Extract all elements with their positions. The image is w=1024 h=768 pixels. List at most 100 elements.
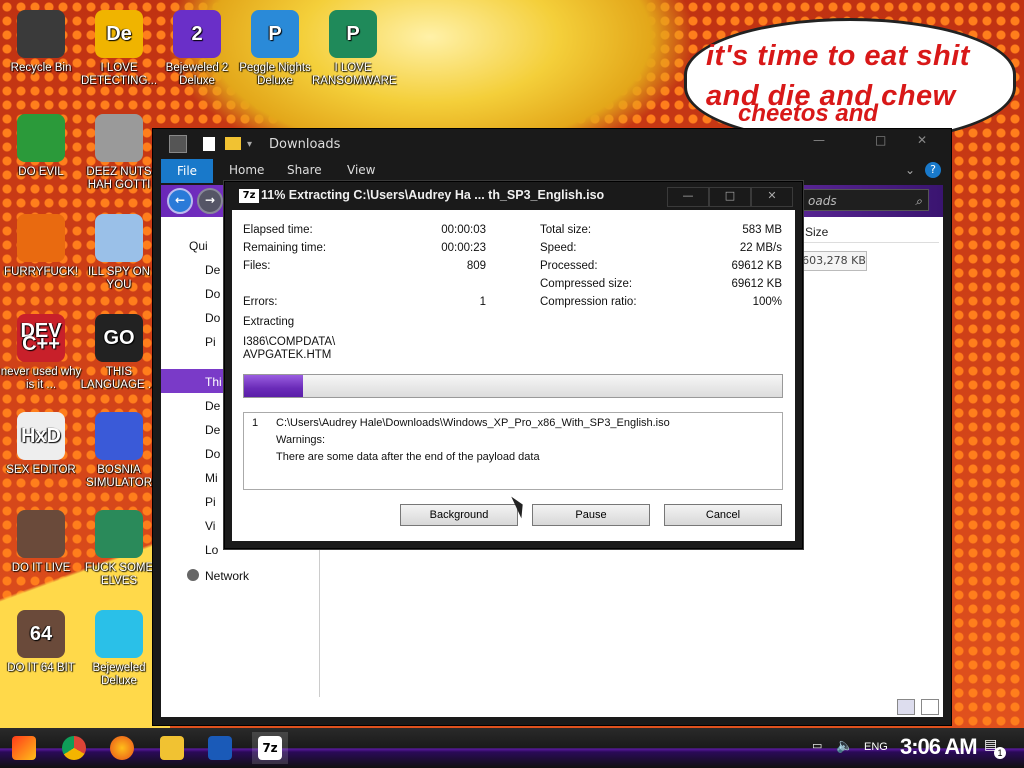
desktop-icon-label: FUCK SOME ELVES (84, 562, 154, 587)
desktop-icon-label: DO IT LIVE (11, 562, 71, 574)
nav-item[interactable]: Pi (205, 495, 216, 509)
desktop-icon[interactable]: FURRYFUCK! (0, 214, 82, 279)
taskbar-clock[interactable]: 3:06 AM (900, 734, 978, 760)
maximize-button[interactable]: □ (875, 133, 886, 147)
folder-icon (160, 736, 184, 760)
taskbar-chrome[interactable] (56, 732, 92, 764)
close-button[interactable]: ✕ (917, 133, 927, 147)
nav-item[interactable]: De (205, 399, 220, 413)
large-icons-view-icon[interactable] (921, 699, 939, 715)
desktop-icon-label: DEEZ NUTS HAH GOTTI (86, 166, 152, 191)
search-box[interactable]: oads ⌕ (801, 189, 929, 211)
speed-label: Speed: (540, 242, 577, 254)
network-spy-icon (95, 214, 143, 262)
ribbon-expand-icon[interactable]: ⌄ (905, 163, 915, 177)
nav-item-this-pc[interactable]: Thi (205, 375, 222, 389)
message-log[interactable]: 1 C:\Users\Audrey Hale\Downloads\Windows… (243, 412, 783, 490)
tab-file[interactable]: File (161, 159, 213, 183)
nav-item[interactable]: Mi (205, 471, 218, 485)
details-view-icon[interactable] (897, 699, 915, 715)
nav-item[interactable]: Pi (205, 335, 216, 349)
dialog-minimize-button[interactable]: — (667, 187, 709, 207)
sevenzip-logo-icon: 7z (239, 189, 259, 203)
notification-count-badge: 1 (994, 747, 1006, 759)
new-folder-icon[interactable] (225, 137, 241, 150)
start-button[interactable] (6, 732, 42, 764)
properties-icon[interactable] (203, 137, 215, 151)
background-button[interactable]: Background (400, 504, 518, 526)
taskbar-file-explorer[interactable] (154, 732, 190, 764)
desktop-icon[interactable]: DEEZ NUTS HAH GOTTI (78, 114, 160, 192)
start-icon (12, 736, 36, 760)
errors-value: 1 (479, 296, 486, 308)
tab-view[interactable]: View (347, 163, 375, 177)
compressed-size-label: Compressed size: (540, 278, 633, 290)
explorer-titlebar[interactable]: ▾ Downloads — □ ✕ (153, 129, 951, 159)
desktop-icon[interactable]: 2 Bejeweled 2 Deluxe (156, 10, 238, 88)
dialog-titlebar[interactable]: 7z 11% Extracting C:\Users\Audrey Ha ...… (225, 182, 802, 210)
nav-item[interactable]: Do (205, 447, 220, 461)
tab-share[interactable]: Share (287, 163, 322, 177)
nav-item[interactable]: De (205, 423, 220, 437)
desktop-icon[interactable]: Bejeweled Deluxe (78, 610, 160, 688)
cancel-button[interactable]: Cancel (664, 504, 782, 526)
log-number: 1 (252, 417, 259, 429)
pause-button[interactable]: Pause (532, 504, 650, 526)
desktop-icon-label: BOSNIA SIMULATOR (85, 464, 153, 489)
search-icon[interactable]: ⌕ (915, 190, 922, 212)
nav-item-quick-access[interactable]: Qui (189, 239, 208, 253)
help-icon[interactable]: ? (925, 162, 941, 178)
desktop-icon-label: Bejeweled Deluxe (92, 662, 146, 687)
nav-item-network[interactable]: Network (205, 569, 249, 583)
devcpp-icon: DEV C++ (17, 314, 65, 362)
desktop-icon[interactable]: P I LOVE RANSOMWARE (312, 10, 397, 88)
language-indicator[interactable]: ENG (864, 741, 888, 753)
forward-button[interactable]: → (197, 188, 223, 214)
dialog-title: 11% Extracting C:\Users\Audrey Ha ... th… (261, 188, 605, 202)
desktop-icon[interactable]: DO IT LIVE (0, 510, 82, 575)
virtualbox-icon (208, 736, 232, 760)
network-tray-icon[interactable]: ▭ (812, 739, 822, 752)
desktop-icon[interactable]: BOSNIA SIMULATOR (78, 412, 160, 490)
taskbar-7zip[interactable]: 7z (252, 732, 288, 764)
nav-item[interactable]: Lo (205, 543, 218, 557)
ratio-value: 100% (752, 296, 782, 308)
files-value: 809 (466, 260, 486, 272)
extract-progress-dialog[interactable]: 7z 11% Extracting C:\Users\Audrey Ha ...… (224, 181, 803, 549)
desktop-icon[interactable]: GO THIS LANGUAGE ... (78, 314, 160, 392)
desktop-icon[interactable]: De I LOVE DETECTING... (78, 10, 160, 88)
desktop-icon[interactable]: Recycle Bin (0, 10, 82, 75)
minimize-button[interactable]: — (813, 133, 825, 147)
nav-item[interactable]: Do (205, 287, 220, 301)
portrait-icon (17, 510, 65, 558)
desktop-icon[interactable]: FUCK SOME ELVES (78, 510, 160, 588)
desktop-icon[interactable]: DO EVIL (0, 114, 82, 179)
extracting-label: Extracting (243, 316, 295, 328)
taskbar-firefox[interactable] (104, 732, 140, 764)
de-app-icon: De (95, 10, 143, 58)
desktop-icon-label: never used why is it ... (0, 366, 82, 391)
nav-item[interactable]: Vi (205, 519, 215, 533)
desktop-icon[interactable]: DEV C++ never used why is it ... (0, 314, 82, 392)
current-dir: I386\COMPDATA\ (243, 336, 336, 348)
chevron-down-icon[interactable]: ▾ (247, 139, 252, 150)
desktop-icon[interactable]: 64 DO IT 64 BIT (0, 610, 82, 675)
volume-tray-icon[interactable]: 🔈 (836, 737, 853, 754)
desktop-icon[interactable]: ILL SPY ON YOU (78, 214, 160, 292)
log-path: C:\Users\Audrey Hale\Downloads\Windows_X… (276, 417, 670, 429)
column-header-size[interactable]: Size (799, 221, 939, 243)
dialog-close-button[interactable]: ✕ (751, 187, 793, 207)
desktop-icon[interactable]: HxD SEX EDITOR (0, 412, 82, 477)
tab-home[interactable]: Home (229, 163, 264, 177)
desktop-icon[interactable]: P Peggle Nights Deluxe (234, 10, 316, 88)
explorer-app-icon (169, 135, 187, 153)
wallpaper-speech-partial: cheetos and (738, 100, 879, 127)
nav-item[interactable]: Do (205, 311, 220, 325)
dialog-maximize-button[interactable]: □ (709, 187, 751, 207)
nav-item[interactable]: De (205, 263, 220, 277)
taskbar-virtualbox[interactable] (202, 732, 238, 764)
progress-fill (244, 375, 304, 397)
bejeweled2-icon: 2 (173, 10, 221, 58)
back-button[interactable]: ← (167, 188, 193, 214)
firefox-icon (110, 736, 134, 760)
